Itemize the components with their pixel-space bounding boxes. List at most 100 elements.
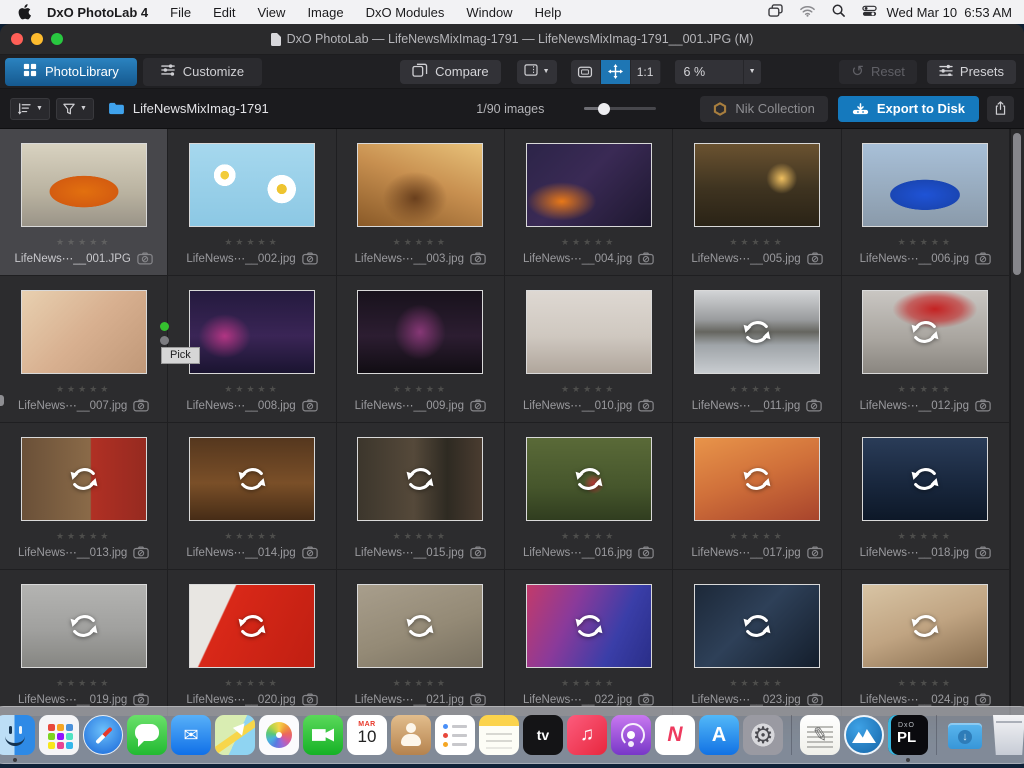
photo-cell[interactable]: ★★★★★ LifeNews⋯__024.jpg (842, 570, 1010, 716)
photo-cell[interactable]: ★★★★★ LifeNews⋯__004.jpg (505, 129, 673, 276)
active-app-menu[interactable]: DxO PhotoLab 4 (47, 5, 148, 20)
dock-icon-notes[interactable] (479, 715, 519, 755)
close-button[interactable] (11, 33, 23, 45)
menu-dxo-modules[interactable]: DxO Modules (366, 5, 445, 20)
star-rating[interactable]: ★★★★★ (393, 385, 448, 394)
star-rating[interactable]: ★★★★★ (224, 238, 279, 247)
current-folder[interactable]: LifeNewsMixImag-1791 (108, 101, 269, 116)
photo-cell[interactable]: ★★★★★ LifeNews⋯__023.jpg (673, 570, 841, 716)
tab-customize[interactable]: Customize (143, 58, 262, 86)
star-rating[interactable]: ★★★★★ (56, 385, 111, 394)
star-rating[interactable]: ★★★★★ (729, 679, 784, 688)
dock-icon-podcasts[interactable] (611, 715, 651, 755)
photo-cell[interactable]: ★★★★★ LifeNews⋯__010.jpg (505, 276, 673, 423)
photo-thumbnail[interactable] (21, 290, 147, 374)
menu-edit[interactable]: Edit (213, 5, 235, 20)
menu-window[interactable]: Window (466, 5, 512, 20)
star-rating[interactable]: ★★★★★ (393, 532, 448, 541)
dock-icon-tv[interactable]: tv (523, 715, 563, 755)
menu-help[interactable]: Help (535, 5, 562, 20)
presets-button[interactable]: Presets (927, 60, 1016, 84)
tab-photolibrary[interactable]: PhotoLibrary (5, 58, 137, 86)
photo-thumbnail[interactable] (862, 437, 988, 521)
zoom-button[interactable] (51, 33, 63, 45)
compare-button[interactable]: Compare (400, 60, 500, 84)
filter-button[interactable]: ▼ (56, 98, 94, 120)
star-rating[interactable]: ★★★★★ (56, 238, 111, 247)
star-rating[interactable]: ★★★★★ (56, 532, 111, 541)
photo-thumbnail[interactable] (189, 584, 315, 668)
dock-icon-messages[interactable] (127, 715, 167, 755)
photo-cell[interactable]: ★★★★★ LifeNews⋯__005.jpg (673, 129, 841, 276)
nik-collection-button[interactable]: Nik Collection (700, 96, 827, 122)
menu-view[interactable]: View (257, 5, 285, 20)
photo-cell[interactable]: ★★★★★ LifeNews⋯__017.jpg (673, 423, 841, 570)
star-rating[interactable]: ★★★★★ (224, 679, 279, 688)
star-rating[interactable]: ★★★★★ (224, 385, 279, 394)
photo-cell[interactable]: ★★★★★ LifeNews⋯__019.jpg (0, 570, 168, 716)
photo-thumbnail[interactable] (189, 290, 315, 374)
scrollbar-thumb[interactable] (1013, 133, 1021, 275)
photo-cell[interactable]: ★★★★★ LifeNews⋯__015.jpg (337, 423, 505, 570)
photo-thumbnail[interactable] (21, 584, 147, 668)
star-rating[interactable]: ★★★★★ (561, 238, 616, 247)
star-rating[interactable]: ★★★★★ (729, 238, 784, 247)
pan-tool-button[interactable] (601, 60, 631, 84)
star-rating[interactable]: ★★★★★ (393, 238, 448, 247)
photo-cell[interactable]: ★★★★★ LifeNews⋯__014.jpg (168, 423, 336, 570)
photo-cell[interactable]: ★★★★★ LifeNews⋯__006.jpg (842, 129, 1010, 276)
photo-thumbnail[interactable] (694, 290, 820, 374)
star-rating[interactable]: ★★★★★ (224, 532, 279, 541)
dock-icon-safari[interactable] (83, 715, 123, 755)
photo-cell[interactable]: ★★★★★ LifeNews⋯__011.jpg (673, 276, 841, 423)
dock-icon-reminders[interactable] (435, 715, 475, 755)
wifi-icon[interactable] (800, 5, 815, 20)
zoom-level-select[interactable]: 6 % ▼ (675, 60, 761, 84)
dock-icon-trash[interactable] (989, 715, 1024, 755)
share-button[interactable] (987, 96, 1014, 122)
photo-thumbnail[interactable] (694, 143, 820, 227)
dock-icon-appstore[interactable]: A (699, 715, 739, 755)
photo-cell[interactable]: ★★★★★ LifeNews⋯__020.jpg (168, 570, 336, 716)
photo-thumbnail[interactable] (526, 143, 652, 227)
photo-thumbnail[interactable] (357, 437, 483, 521)
photo-thumbnail[interactable] (357, 584, 483, 668)
dock-icon-textedit[interactable]: ✎ (800, 715, 840, 755)
dock-icon-dxo[interactable] (844, 715, 884, 755)
dock-icon-finder[interactable] (0, 715, 35, 755)
control-center-icon[interactable] (862, 5, 877, 20)
panel-resize-handle[interactable] (0, 395, 4, 406)
photo-thumbnail[interactable] (526, 584, 652, 668)
apple-menu-icon[interactable] (18, 4, 31, 20)
photo-cell[interactable]: ★★★★★ LifeNews⋯__003.jpg (337, 129, 505, 276)
sort-button[interactable]: ▼ (10, 98, 50, 120)
reject-flag-gray[interactable] (160, 336, 169, 345)
photo-thumbnail[interactable] (862, 584, 988, 668)
menu-file[interactable]: File (170, 5, 191, 20)
window-copy-icon[interactable] (768, 4, 783, 20)
photo-thumbnail[interactable] (21, 143, 147, 227)
photo-cell[interactable]: ★★★★★ LifeNews⋯__009.jpg (337, 276, 505, 423)
zoom-1to1-button[interactable]: 1:1 (631, 60, 661, 84)
dock-icon-facetime[interactable] (303, 715, 343, 755)
star-rating[interactable]: ★★★★★ (561, 532, 616, 541)
menu-bar-clock[interactable]: Wed Mar 10 6:53 AM (887, 5, 1013, 20)
star-rating[interactable]: ★★★★★ (898, 532, 953, 541)
pick-flag-green[interactable] (160, 322, 169, 331)
dock-icon-launchpad[interactable] (39, 715, 79, 755)
minimize-button[interactable] (31, 33, 43, 45)
photo-thumbnail[interactable] (526, 290, 652, 374)
star-rating[interactable]: ★★★★★ (898, 238, 953, 247)
star-rating[interactable]: ★★★★★ (561, 679, 616, 688)
dock-icon-settings[interactable]: ⚙ (743, 715, 783, 755)
star-rating[interactable]: ★★★★★ (898, 385, 953, 394)
search-icon[interactable] (832, 4, 845, 20)
photo-thumbnail[interactable] (357, 290, 483, 374)
photo-cell[interactable]: ★★★★★ LifeNews⋯__018.jpg (842, 423, 1010, 570)
star-rating[interactable]: ★★★★★ (561, 385, 616, 394)
photo-thumbnail[interactable] (694, 584, 820, 668)
dock-icon-downloads[interactable]: ↓ (945, 715, 985, 755)
photo-cell[interactable]: ★★★★★ LifeNews⋯__001.JPG (0, 129, 168, 276)
reset-button[interactable]: ↺ Reset (839, 60, 917, 84)
title-bar[interactable]: DxO PhotoLab — LifeNewsMixImag-1791 — Li… (0, 24, 1024, 55)
